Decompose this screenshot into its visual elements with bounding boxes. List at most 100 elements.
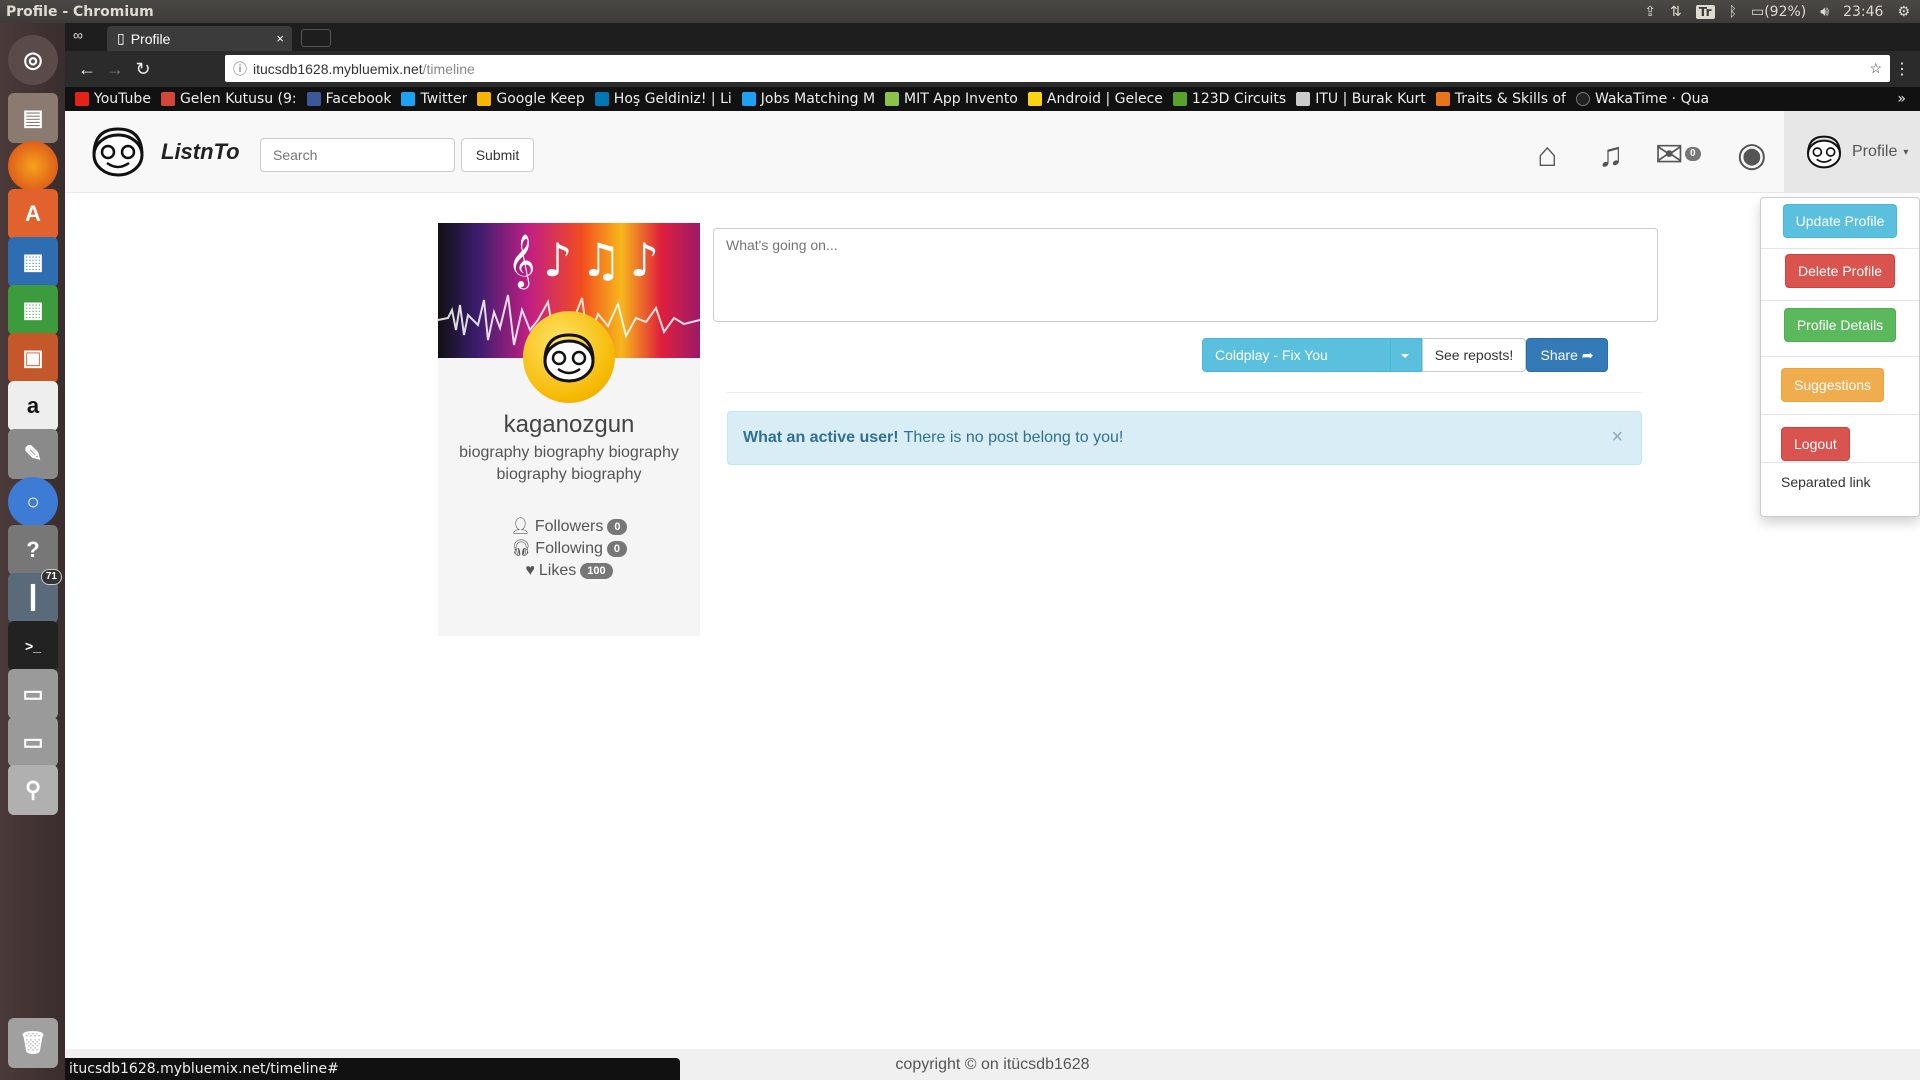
envelope-icon[interactable]: ✉ 0 [1655, 135, 1701, 175]
tab-profile[interactable]: ▯ Profile × [107, 26, 292, 51]
profile-details-button[interactable]: Profile Details [1783, 308, 1897, 342]
update-profile-button[interactable]: Update Profile [1782, 204, 1898, 238]
battery-percentage: (92%) [1764, 3, 1807, 20]
profile-avatar[interactable] [523, 311, 615, 403]
bookmark-item[interactable]: ITU | Burak Kurt [1296, 91, 1426, 107]
address-bar[interactable]: ⓘ itucsdb1628.mybluemix.net/timeline ☆ [225, 55, 1890, 82]
logout-button[interactable]: Logout [1781, 427, 1850, 461]
writer-icon[interactable]: ▦ [8, 237, 58, 287]
bookmark-item[interactable]: 123D Circuits [1172, 91, 1286, 107]
delete-profile-button[interactable]: Delete Profile [1784, 254, 1896, 288]
bluetooth-icon[interactable]: ᛒ [1729, 4, 1737, 20]
new-tab-button[interactable] [301, 29, 331, 47]
bookmark-item[interactable]: WakaTime · Qua [1575, 91, 1709, 107]
song-select-dropdown[interactable]: Coldplay - Fix You [1202, 338, 1422, 372]
chromium-icon[interactable]: ○ [8, 477, 58, 527]
followers-stat[interactable]: 👤︎ Followers 0 [438, 516, 700, 538]
bookmark-item[interactable]: Google Keep [477, 91, 585, 107]
facebook-icon [306, 92, 321, 106]
profile-menu-toggle[interactable]: Profile ▾ [1784, 111, 1920, 193]
twitter-icon [401, 92, 416, 106]
page-icon [1296, 92, 1311, 106]
bookmark-item[interactable]: Hoş Geldiniz! | Li [594, 91, 732, 107]
browser-menu-icon[interactable]: ⋮ [1894, 59, 1910, 79]
profile-menu-label: Profile [1852, 143, 1898, 160]
ubuntu-dash-icon[interactable]: ◎ [8, 35, 58, 85]
settings-icon[interactable]: ✎ [8, 429, 58, 479]
see-reposts-button[interactable]: See reposts! [1422, 338, 1526, 372]
impress-icon[interactable]: ▣ [8, 333, 58, 383]
bookmark-item[interactable]: Gelen Kutusu (9: [160, 91, 297, 107]
search-input[interactable] [260, 138, 455, 172]
avatar-icon [543, 333, 595, 383]
brand-name: ListnTo [161, 139, 240, 164]
tab-close-icon[interactable]: × [276, 31, 284, 46]
post-textarea[interactable] [713, 228, 1658, 322]
files-icon[interactable]: ▤ [8, 93, 58, 143]
back-icon[interactable]: ← [73, 59, 101, 80]
info-icon[interactable]: ⓘ [233, 59, 247, 79]
browser-tab-bar: ∞ ▯ Profile × [65, 23, 1920, 51]
bookmark-star-icon[interactable]: ☆ [1869, 60, 1882, 77]
firefox-icon[interactable] [8, 141, 58, 191]
dropdown-divider [1761, 462, 1919, 463]
close-icon[interactable]: × [1611, 426, 1623, 449]
submit-button[interactable]: Submit [461, 138, 534, 172]
user-icon: 👤︎ [510, 518, 531, 535]
share-button[interactable]: Share ➦ [1526, 338, 1608, 372]
eye-icon[interactable]: ◉ [1737, 135, 1767, 175]
window-title: Profile - Chromium [6, 3, 154, 20]
reload-icon[interactable]: ↻ [129, 59, 157, 80]
likes-stat[interactable]: ♥ Likes 100 [438, 560, 700, 582]
bookmark-item[interactable]: YouTube [75, 91, 151, 107]
youtube-icon [75, 92, 89, 106]
unity-launcher: ◎ ▤ A ▦ ▦ ▣ a ✎ ○ ? ┃ 71 >_ ▭ ▭ ⚲ 🗑︎ [0, 23, 65, 1080]
amazon-icon[interactable]: a [8, 381, 58, 431]
calc-icon[interactable]: ▦ [8, 285, 58, 335]
forward-icon[interactable]: → [101, 59, 129, 80]
wakatime-icon [1575, 92, 1590, 106]
bookmark-item[interactable]: Jobs Matching M [741, 91, 875, 107]
keyboard-layout-indicator[interactable]: Tr [1695, 4, 1715, 19]
linkedin-icon [594, 92, 609, 106]
following-stat[interactable]: 🎧︎ Following 0 [438, 538, 700, 560]
app-navbar: ListnTo Submit ⌂ ♫ ✉0 ◉ Profile ▾ [65, 111, 1920, 193]
volume-icon[interactable]: 🔊︎ [1820, 4, 1829, 20]
status-url: itucsdb1628.mybluemix.net/timeline# [69, 1061, 339, 1077]
bookmark-item[interactable]: Twitter [401, 91, 467, 107]
separated-link[interactable]: Separated link [1781, 474, 1871, 490]
battery-indicator[interactable]: ▭(92%) [1751, 4, 1806, 20]
bookmark-item[interactable]: MIT App Invento [885, 91, 1018, 107]
followers-label: Followers [534, 518, 604, 535]
home-icon[interactable]: ⌂ [1537, 135, 1558, 175]
select-divider [1390, 339, 1391, 371]
battery-icon: ▭ [1750, 3, 1765, 20]
dropdown-divider [1761, 300, 1919, 301]
bookmark-item[interactable]: Traits & Skills of [1435, 91, 1566, 107]
thermometer-icon[interactable]: ┃ 71 [8, 569, 62, 623]
network-icon[interactable]: ⇅ [1670, 4, 1682, 20]
android-icon [1027, 92, 1042, 106]
gear-icon[interactable]: ⚙ [1897, 4, 1910, 20]
drive-icon-2[interactable]: ▭ [8, 717, 58, 767]
music-icon[interactable]: ♫ [1598, 135, 1624, 175]
terminal-icon[interactable]: >_ [8, 621, 58, 671]
suggestions-button[interactable]: Suggestions [1781, 368, 1885, 402]
dropdown-divider [1761, 414, 1919, 415]
clock[interactable]: 23:46 [1843, 4, 1883, 20]
bookmarks-overflow-button[interactable]: » [1897, 91, 1906, 107]
help-icon[interactable]: ? [8, 525, 58, 575]
profile-dropdown-menu: Update Profile Delete Profile Profile De… [1760, 197, 1920, 517]
drive-icon[interactable]: ▭ [8, 669, 58, 719]
software-center-icon[interactable]: A [8, 189, 58, 239]
browser-toolbar: ← → ↻ ⓘ itucsdb1628.mybluemix.net/timeli… [65, 51, 1920, 87]
trash-icon[interactable]: 🗑︎ [8, 1018, 58, 1068]
bookmark-item[interactable]: Facebook [306, 91, 391, 107]
dropbox-icon[interactable]: ⇪ [1644, 4, 1656, 20]
bookmark-item[interactable]: Android | Gelece [1027, 91, 1163, 107]
installer-icon[interactable]: ⚲ [8, 765, 58, 815]
likes-count-badge: 100 [580, 563, 613, 579]
brand[interactable]: ListnTo [85, 125, 240, 179]
biography: biography biography biography biography … [459, 444, 679, 483]
system-top-bar: Profile - Chromium ⇪ ⇅ Tr ᛒ ▭(92%) 🔊︎ 23… [0, 0, 1920, 23]
